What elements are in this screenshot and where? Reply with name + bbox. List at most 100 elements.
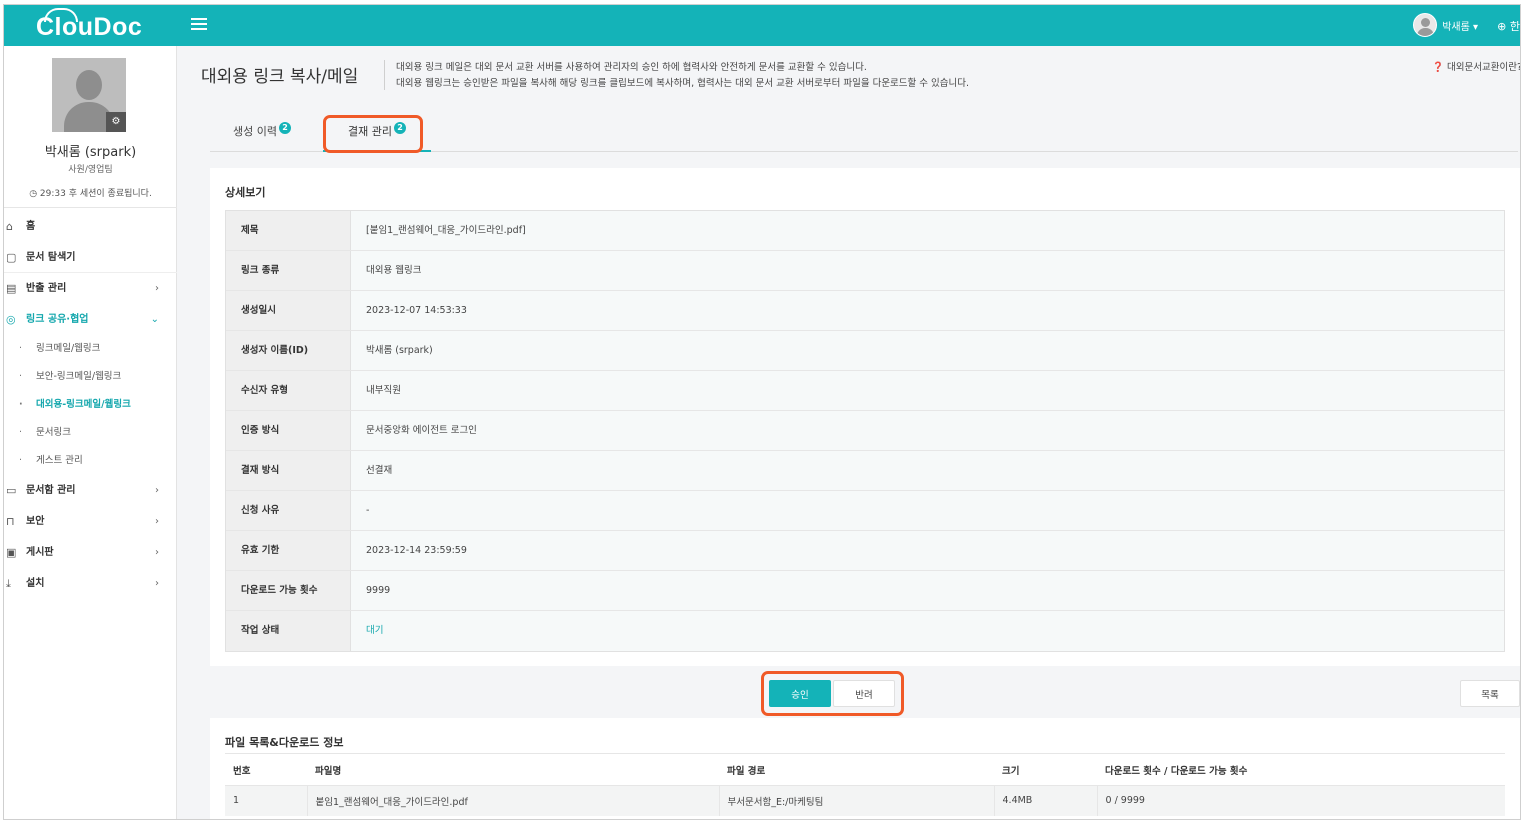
column-header: 번호 xyxy=(225,753,307,786)
app-window: ClouDoc 박새롬 ▾ ⊕ 한 ⚙ 박새롬 (srpark) 사원/영업팀 … xyxy=(3,4,1521,820)
chevron-right-icon: › xyxy=(155,485,159,496)
chevron-right-icon: › xyxy=(155,516,159,527)
detail-label: 결재 방식 xyxy=(226,451,351,490)
session-text: 29:33 후 세션이 종료됩니다. xyxy=(39,189,152,199)
detail-row: 신청 사유 - xyxy=(226,491,1504,531)
tab-label: 생성 이력 xyxy=(233,125,277,138)
column-header: 파일명 xyxy=(307,753,719,786)
file-panel: 파일 목록&다운로드 정보 번호 파일명 파일 경로 크기 다운로드 횟수 / … xyxy=(210,718,1520,819)
highlight-box xyxy=(323,115,423,153)
sidebar-item-label: 보안 xyxy=(26,516,45,527)
detail-row: 작업 상태 대기 xyxy=(226,611,1504,651)
avatar xyxy=(1413,13,1438,37)
sidebar-item-label: 반출 관리 xyxy=(26,283,67,294)
detail-value: 2023-12-14 23:59:59 xyxy=(351,531,1504,570)
detail-row: 생성일시 2023-12-07 14:53:33 xyxy=(226,291,1504,331)
table-cell: 0 / 9999 xyxy=(1097,785,1505,816)
sidebar-item-label: 문서함 관리 xyxy=(26,485,76,496)
sidebar-subitem-external-linkmail[interactable]: 대외용-링크메일/웹링크 xyxy=(4,391,177,419)
chevron-right-icon: › xyxy=(155,283,159,294)
detail-value: 대외용 웹링크 xyxy=(351,251,1504,290)
detail-label: 링크 종류 xyxy=(226,251,351,290)
page-title: 대외용 링크 복사/메일 xyxy=(201,67,359,87)
user-menu[interactable]: 박새롬 ▾ xyxy=(1413,13,1478,37)
status-value: 대기 xyxy=(351,611,1504,651)
export-icon: ▤ xyxy=(6,282,17,295)
sidebar-item-board[interactable]: ▣ 게시판 › xyxy=(4,537,177,568)
detail-label: 다운로드 가능 횟수 xyxy=(226,571,351,610)
help-link[interactable]: ❓ 대외문서교환이란? xyxy=(1432,59,1520,73)
detail-label: 생성일시 xyxy=(226,291,351,330)
detail-row: 유효 기한 2023-12-14 23:59:59 xyxy=(226,531,1504,571)
sidebar-item-link-share[interactable]: ◎ 링크 공유·협업 ⌄ xyxy=(4,304,177,335)
docbox-icon: ▭ xyxy=(6,484,17,497)
detail-row: 결재 방식 선결재 xyxy=(226,451,1504,491)
chevron-right-icon: › xyxy=(155,578,159,589)
detail-label: 인증 방식 xyxy=(226,411,351,450)
detail-label: 신청 사유 xyxy=(226,491,351,530)
page-description-1: 대외용 링크 메일은 대외 문서 교환 서버를 사용하여 관리자의 승인 하에 … xyxy=(396,62,867,73)
sidebar-subitem-document-link[interactable]: 문서링크 xyxy=(4,419,177,447)
gear-icon[interactable]: ⚙ xyxy=(106,112,126,132)
tab-creation-history[interactable]: 생성 이력 2 xyxy=(233,110,291,152)
detail-row: 링크 종류 대외용 웹링크 xyxy=(226,251,1504,291)
detail-row: 인증 방식 문서중앙화 에이전트 로그인 xyxy=(226,411,1504,451)
chevron-right-icon: › xyxy=(155,547,159,558)
sidebar-item-label: 문서 탐색기 xyxy=(26,252,76,263)
sidebar: ⚙ 박새롬 (srpark) 사원/영업팀 ◷ 29:33 후 세션이 종료됩니… xyxy=(4,46,177,819)
profile-name: 박새롬 (srpark) xyxy=(44,145,137,160)
count-badge: 2 xyxy=(278,122,291,134)
app-logo[interactable]: ClouDoc xyxy=(36,13,142,42)
detail-value: 9999 xyxy=(351,571,1504,610)
detail-value: 선결재 xyxy=(351,451,1504,490)
detail-value: [붙임1_랜섬웨어_대응_가이드라인.pdf] xyxy=(351,211,1504,250)
table-cell[interactable]: 붙임1_랜섬웨어_대응_가이드라인.pdf xyxy=(307,785,720,816)
sidebar-item-document-explorer[interactable]: ▢ 문서 탐색기 xyxy=(4,242,177,273)
sidebar-subitem-linkmail[interactable]: 링크메일/웹링크 xyxy=(4,335,177,363)
table-row[interactable]: 1 붙임1_랜섬웨어_대응_가이드라인.pdf 부서문서함_E:/마케팅팀 4.… xyxy=(225,785,1505,816)
table-cell: 1 xyxy=(225,785,308,816)
detail-row: 다운로드 가능 횟수 9999 xyxy=(226,571,1504,611)
sidebar-item-install[interactable]: ⤓ 설치 › xyxy=(4,568,177,599)
chevron-down-icon: ⌄ xyxy=(150,314,159,325)
folder-icon: ▢ xyxy=(6,251,17,264)
language-globe-icon[interactable]: ⊕ 한 xyxy=(1497,18,1520,34)
detail-panel: 상세보기 제목 [붙임1_랜섬웨어_대응_가이드라인.pdf] 링크 종류 대외용 웹… xyxy=(210,168,1520,666)
column-header: 크기 xyxy=(994,753,1097,786)
reject-button[interactable]: 반려 xyxy=(833,680,895,707)
sidebar-item-label: 홈 xyxy=(26,221,36,232)
download-icon: ⤓ xyxy=(6,577,11,590)
approve-button[interactable]: 승인 xyxy=(769,680,831,707)
detail-row: 생성자 이름(ID) 박새롬 (srpark) xyxy=(226,331,1504,371)
sidebar-subitem-secure-linkmail[interactable]: 보안-링크메일/웹링크 xyxy=(4,363,177,391)
detail-value: 2023-12-07 14:53:33 xyxy=(351,291,1504,330)
sidebar-item-home[interactable]: ⌂ 홈 xyxy=(4,211,177,242)
profile-dept: 사원/영업팀 xyxy=(68,165,113,175)
detail-row: 제목 [붙임1_랜섬웨어_대응_가이드라인.pdf] xyxy=(226,211,1504,251)
column-header: 파일 경로 xyxy=(719,753,994,786)
divider xyxy=(4,207,177,208)
detail-value: 박새롬 (srpark) xyxy=(351,331,1504,370)
detail-value: - xyxy=(351,491,1504,530)
board-icon: ▣ xyxy=(6,546,17,559)
sidebar-item-docbox-management[interactable]: ▭ 문서함 관리 › xyxy=(4,475,177,506)
sidebar-item-security[interactable]: ⊓ 보안 › xyxy=(4,506,177,537)
sidebar-item-label: 링크 공유·협업 xyxy=(26,314,89,325)
file-panel-title: 파일 목록&다운로드 정보 xyxy=(225,736,344,749)
link-share-icon: ◎ xyxy=(6,313,16,326)
hamburger-menu-icon[interactable] xyxy=(191,18,207,31)
lock-icon: ⊓ xyxy=(6,515,15,528)
file-table: 번호 파일명 파일 경로 크기 다운로드 횟수 / 다운로드 가능 횟수 1 붙… xyxy=(225,753,1505,816)
page-description-2: 대외용 웹링크는 승인받은 파일을 복사해 해당 링크를 클립보드에 복사하며,… xyxy=(396,78,970,89)
sidebar-item-export-management[interactable]: ▤ 반출 관리 › xyxy=(4,273,177,304)
list-button[interactable]: 목록 xyxy=(1460,680,1520,707)
sidebar-subitem-guest-management[interactable]: 게스트 관리 xyxy=(4,447,177,475)
detail-label: 생성자 이름(ID) xyxy=(226,331,351,370)
detail-value: 내부직원 xyxy=(351,371,1504,410)
table-cell: 4.4MB xyxy=(994,785,1098,816)
top-bar: ClouDoc 박새롬 ▾ ⊕ 한 xyxy=(4,5,1520,46)
table-header-row: 번호 파일명 파일 경로 크기 다운로드 횟수 / 다운로드 가능 횟수 xyxy=(225,753,1505,786)
session-timer: ◷ 29:33 후 세션이 종료됩니다. xyxy=(4,186,177,199)
main-content: 대외용 링크 복사/메일 대외용 링크 메일은 대외 문서 교환 서버를 사용하… xyxy=(178,46,1520,819)
home-icon: ⌂ xyxy=(6,220,13,233)
